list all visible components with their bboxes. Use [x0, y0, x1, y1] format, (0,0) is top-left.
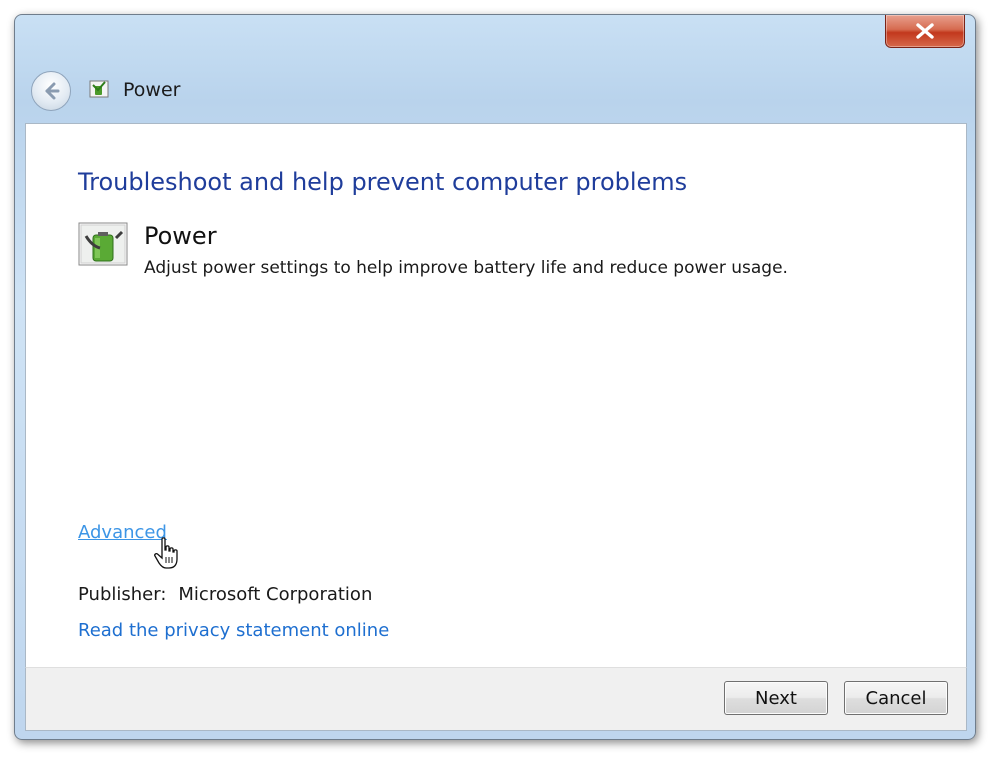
troubleshooter-title[interactable]: Power — [144, 222, 217, 250]
cancel-button[interactable]: Cancel — [844, 681, 948, 715]
next-button[interactable]: Next — [724, 681, 828, 715]
page-heading: Troubleshoot and help prevent computer p… — [78, 168, 688, 196]
troubleshooter-window: Power Troubleshoot and help prevent comp… — [14, 14, 976, 740]
troubleshooter-description: Adjust power settings to help improve ba… — [144, 258, 788, 278]
back-arrow-icon — [45, 82, 60, 100]
publisher-label: Publisher: — [78, 584, 167, 605]
button-bar: Next Cancel — [25, 667, 967, 731]
power-title-icon — [89, 80, 109, 98]
publisher-value: Microsoft Corporation — [178, 584, 373, 605]
power-battery-icon — [78, 222, 128, 266]
window-title: Power — [123, 79, 181, 101]
hand-cursor-icon — [154, 537, 178, 569]
publisher-info: Publisher: Microsoft Corporation — [78, 584, 372, 605]
privacy-statement-link[interactable]: Read the privacy statement online — [78, 620, 389, 641]
content-area: Troubleshoot and help prevent computer p… — [25, 123, 967, 668]
close-icon — [916, 23, 934, 39]
close-button[interactable] — [885, 15, 965, 48]
back-button[interactable] — [31, 71, 71, 111]
